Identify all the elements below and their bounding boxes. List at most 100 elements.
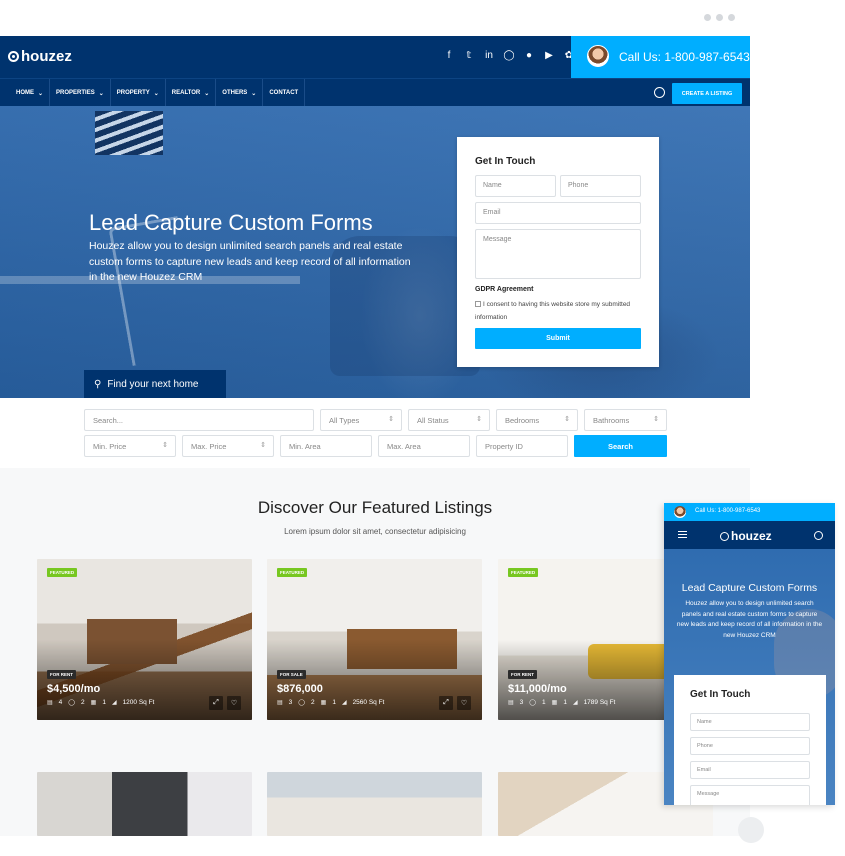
pinterest-icon[interactable]: ●	[523, 49, 535, 61]
updown-icon: ⇕	[476, 416, 482, 423]
listing-card[interactable]: FEATURED FOR RENT $4,500/mo ▤ 4 ◯ 2 ▦ 1 ◢ 12…	[37, 559, 252, 720]
user-icon[interactable]	[654, 87, 665, 98]
gdpr-checkbox[interactable]	[475, 301, 481, 307]
logo-text: houzez	[21, 48, 72, 65]
max-price-value: Max. Price	[191, 442, 227, 451]
contact-form-title: Get In Touch	[475, 156, 536, 167]
type-select-value: All Types	[329, 416, 360, 425]
mobile-message-field[interactable]: Message	[690, 785, 810, 805]
type-select[interactable]: All Types ⇕	[320, 409, 402, 431]
nav-item-properties[interactable]: PROPERTIES ⌄	[50, 79, 111, 107]
area-value: 1200 Sq Ft	[122, 699, 155, 706]
mobile-hero-text: Houzez allow you to design unlimited sea…	[676, 600, 823, 639]
social-links: f 𝕥 in ◯ ● ▶ ✿	[443, 49, 575, 61]
bedrooms-select[interactable]: Bedrooms ⇕	[496, 409, 578, 431]
mobile-header: houzez	[664, 521, 835, 549]
phone-field[interactable]: Phone	[560, 175, 641, 197]
search-icon: ⚲	[94, 378, 102, 390]
email-field[interactable]: Email	[475, 202, 641, 224]
listing-price: $11,000/mo	[508, 683, 567, 695]
chevron-down-icon: ⌄	[251, 90, 257, 97]
area-icon: ◢	[111, 700, 117, 706]
listing-specs: ▤ 4 ◯ 2 ▦ 1 ◢ 1200 Sq Ft	[47, 699, 154, 706]
mobile-logo[interactable]: houzez	[720, 529, 772, 543]
hamburger-menu-icon[interactable]	[678, 531, 687, 538]
linkedin-icon[interactable]: in	[483, 49, 495, 61]
bedrooms-select-value: Bedrooms	[505, 416, 540, 425]
mobile-email-field[interactable]: Email	[690, 761, 810, 779]
main-nav: HOME ⌄ PROPERTIES ⌄ PROPERTY ⌄ REALTOR ⌄ OTHERS ⌄…	[0, 78, 750, 107]
garages-count: 1	[332, 699, 336, 706]
max-price-select[interactable]: Max. Price ⇕	[182, 435, 274, 457]
listing-card[interactable]	[37, 772, 252, 836]
nav-item-label: OTHERS	[222, 90, 248, 96]
window-dots	[704, 14, 735, 21]
call-box[interactable]: Call Us: 1-800-987-6543	[571, 36, 750, 78]
updown-icon: ⇕	[653, 416, 659, 423]
garages-count: 1	[563, 699, 567, 706]
instagram-icon[interactable]: ◯	[503, 49, 515, 61]
search-button[interactable]: Search	[574, 435, 667, 457]
garage-icon: ▦	[320, 700, 327, 706]
listing-card[interactable]	[267, 772, 482, 836]
site-logo[interactable]: houzez	[8, 48, 72, 65]
min-price-select[interactable]: Min. Price ⇕	[84, 435, 176, 457]
chevron-down-icon: ⌄	[204, 90, 210, 97]
listing-photo	[267, 772, 482, 836]
find-home-tab[interactable]: ⚲ Find your next home	[84, 370, 226, 398]
baths-count: 1	[542, 699, 546, 706]
mobile-phone-field[interactable]: Phone	[690, 737, 810, 755]
nav-item-label: REALTOR	[171, 90, 201, 96]
nav-item-property[interactable]: PROPERTY ⌄	[111, 79, 166, 107]
status-select[interactable]: All Status ⇕	[408, 409, 490, 431]
create-listing-button[interactable]: CREATE A LISTING	[672, 83, 742, 104]
heart-icon[interactable]: ♡	[227, 696, 241, 710]
message-field[interactable]: Message	[475, 229, 641, 279]
name-field[interactable]: Name	[475, 175, 556, 197]
listing-specs: ▤ 3 ◯ 2 ▦ 1 ◢ 2560 Sq Ft	[277, 699, 384, 706]
nav-item-label: PROPERTY	[116, 90, 150, 96]
chevron-down-icon: ⌄	[98, 90, 104, 97]
bed-icon: ▤	[508, 700, 514, 706]
agent-avatar	[674, 506, 686, 518]
bathrooms-select[interactable]: Bathrooms ⇕	[584, 409, 667, 431]
baths-count: 2	[81, 699, 85, 706]
mobile-name-field[interactable]: Name	[690, 713, 810, 731]
nav-item-contact[interactable]: CONTACT	[263, 79, 306, 107]
mobile-call-bar[interactable]: Call Us: 1-800-987-6543	[664, 503, 835, 521]
expand-icon[interactable]: ⤢	[439, 696, 453, 710]
user-icon[interactable]	[814, 531, 823, 540]
property-id-input[interactable]: Property ID	[476, 435, 568, 457]
submit-button[interactable]: Submit	[475, 328, 641, 349]
listing-photo	[37, 772, 252, 836]
nav-item-others[interactable]: OTHERS ⌄	[216, 79, 264, 107]
twitter-icon[interactable]: 𝕥	[463, 49, 475, 61]
scroll-top-button[interactable]	[738, 817, 764, 843]
wall-art-image	[95, 111, 163, 155]
youtube-icon[interactable]: ▶	[543, 49, 555, 61]
facebook-icon[interactable]: f	[443, 49, 455, 61]
call-label: Call Us: 1-800-987-6543	[619, 50, 750, 64]
mobile-hero: Lead Capture Custom Forms Houzez allow y…	[664, 549, 835, 805]
chevron-down-icon: ⌄	[153, 90, 159, 97]
max-area-input[interactable]: Max. Area	[378, 435, 470, 457]
gdpr-title: GDPR Agreement	[475, 286, 534, 293]
nav-item-label: HOME	[16, 90, 34, 96]
area-icon: ◢	[341, 700, 347, 706]
beds-count: 3	[288, 699, 293, 706]
mobile-call-label: Call Us: 1-800-987-6543	[695, 508, 761, 514]
expand-icon[interactable]: ⤢	[209, 696, 223, 710]
beds-count: 4	[58, 699, 63, 706]
nav-item-label: CONTACT	[269, 90, 299, 96]
featured-badge: FEATURED	[508, 568, 539, 577]
featured-badge: FEATURED	[277, 568, 308, 577]
nav-item-home[interactable]: HOME ⌄	[10, 79, 51, 107]
nav-item-realtor[interactable]: REALTOR ⌄	[166, 79, 217, 107]
updown-icon: ⇕	[260, 442, 266, 449]
listing-card[interactable]: FEATURED FOR SALE $876,000 ▤ 3 ◯ 2 ▦ 1 ◢ 256…	[267, 559, 482, 720]
mobile-form-title: Get In Touch	[690, 689, 751, 700]
area-value: 1789 Sq Ft	[583, 699, 616, 706]
min-area-input[interactable]: Min. Area	[280, 435, 372, 457]
keyword-input[interactable]: Search...	[84, 409, 314, 431]
heart-icon[interactable]: ♡	[457, 696, 471, 710]
